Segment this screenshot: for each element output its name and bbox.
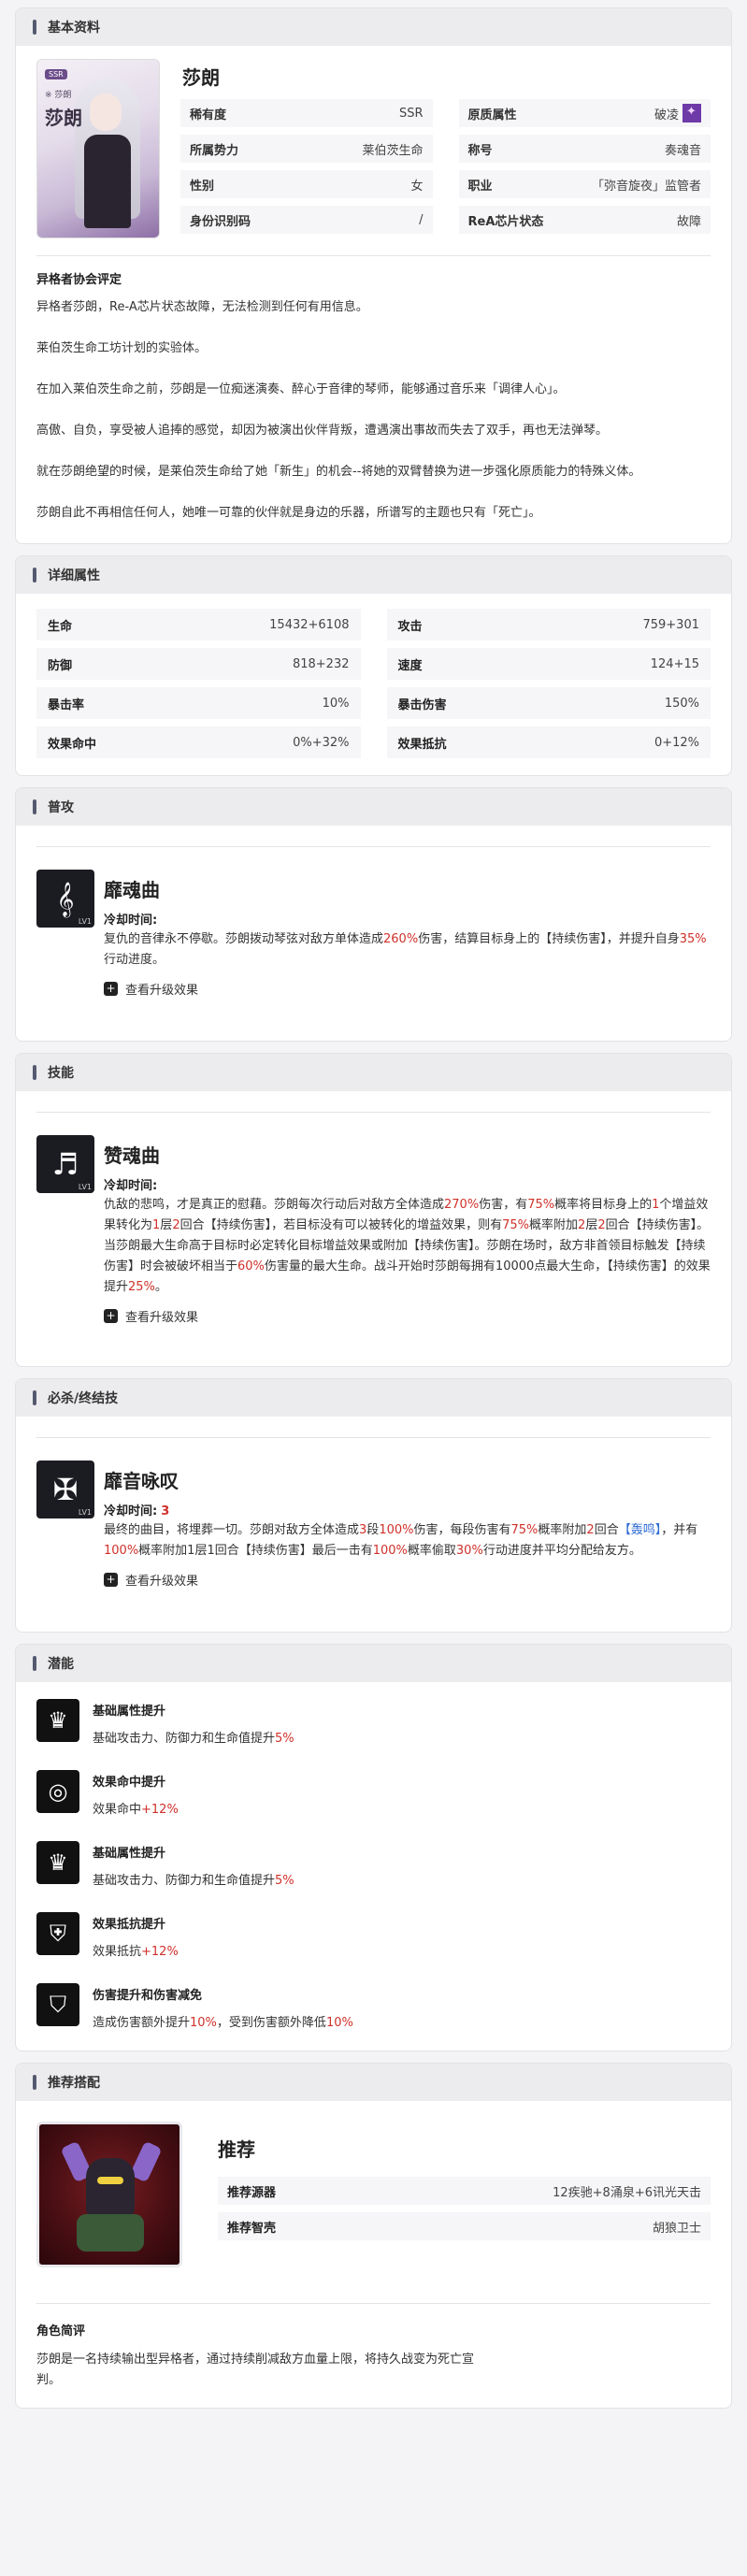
attr-row-hp: 生命 15432+6108 [36,609,361,640]
recommend-card: 推荐搭配 推荐 推荐源器 12疾驰+8涌泉+6讯光天击 推荐智壳 胡狼卫士 角色简评… [15,2063,732,2409]
info-row-faction: 所属势力 莱伯茨生命 [180,135,433,163]
portrait-rarity: SSR [45,69,67,79]
review-title: 角色简评 [36,2324,86,2339]
plus-icon: + [104,1309,118,1323]
potential-item: ⛨ 效果抵抗提升 效果抵抗+12% [36,1912,711,1959]
header-bar [33,799,36,814]
header-bar [33,20,36,35]
info-row-title: 称号 奏魂音 [458,135,711,163]
ultimate-card: 必杀/终结技 ✠ LV1 靡音咏叹 冷却时间: 3 最终的曲目，将埋葬一切。莎朗对敌… [15,1378,732,1633]
review-text: 莎朗是一名持续输出型异格者，通过持续削减敌方血量上限，将持久战变为死亡宣判。 [36,2353,475,2387]
normal-attack-title: 普攻 [48,800,74,815]
ultimate-cooldown: 冷却时间: 3 [104,1504,170,1518]
potential-title: 潜能 [48,1657,74,1672]
evaluation-title: 异格者协会评定 [36,273,122,287]
basic-info-grid: 稀有度SSR 原质属性破凌 所属势力莱伯茨生命 称号奏魂音 性别女 职业「弥音旋… [180,99,711,234]
character-review: 角色简评 莎朗是一名持续输出型异格者，通过持续削减敌方血量上限，将持久战变为死亡… [36,2303,711,2391]
hand-cross-icon: ✠ LV1 [36,1461,94,1518]
normal-attack-name: 靡魂曲 [104,879,160,901]
crown-icon: ♛ [36,1699,79,1742]
shield-icon: ⛉ [36,1983,79,2026]
info-row-rarity: 稀有度 SSR [180,99,433,127]
attr-row-atk: 攻击 759+301 [386,609,711,640]
crown-icon: ♛ [36,1841,79,1884]
page: 基本资料 SSR ※ 莎朗 莎朗 莎朗 稀有度SSR 原质属性破凌 所属 [0,0,747,2429]
ultimate-description: 最终的曲目，将埋葬一切。莎朗对敌方全体造成3段100%伤害，每段伤害有75%概率… [104,1523,698,1558]
ultimate-name: 靡音咏叹 [104,1470,179,1492]
attr-row-spd: 速度 124+15 [386,648,711,680]
skill-name: 赞魂曲 [104,1144,160,1167]
plus-icon: + [104,1573,118,1587]
music-note-icon: 𝄞 LV1 [36,870,94,928]
portrait-tag: ※ 莎朗 [45,91,72,100]
evaluation-paragraph: 异格者莎朗，Re-A芯片状态故障，无法检测到任何有用信息。 [36,300,368,314]
evaluation-paragraph: 莱伯茨生命工坊计划的实验体。 [36,341,208,355]
evaluation-text: 异格者莎朗，Re-A芯片状态故障，无法检测到任何有用信息。 莱伯茨生命工坊计划的… [36,298,711,523]
info-row-attribute: 原质属性 破凌 [458,99,711,127]
evaluation-paragraph: 在加入莱伯茨生命之前，莎朗是一位痴迷演奏、醉心于音律的琴师，能够通过音乐来「调律… [36,382,566,396]
header-bar [33,1656,36,1671]
target-icon: ◎ [36,1770,79,1813]
potential-item: ◎ 效果命中提升 效果命中+12% [36,1770,711,1817]
info-row-chip: ReA芯片状态 故障 [458,206,711,234]
header-bar [33,1390,36,1405]
header-bar [33,568,36,583]
basic-info-header: 基本资料 [16,8,731,46]
treble-clef-icon: ♬ LV1 [36,1135,94,1193]
skill-card: 技能 ♬ LV1 赞魂曲 冷却时间: 仇敌的悲鸣，才是真正的慰藉。莎朗每次行动后对… [15,1053,732,1367]
potential-item: ♛ 基础属性提升 基础攻击力、防御力和生命值提升5% [36,1699,711,1746]
info-row-job: 职业 「弥音旋夜」监管者 [458,170,711,198]
ultimate-title: 必杀/终结技 [48,1391,119,1406]
potential-item: ⛉ 伤害提升和伤害减免 造成伤害额外提升10%，受到伤害额外降低10% [36,1983,711,2030]
potential-item: ♛ 基础属性提升 基础攻击力、防御力和生命值提升5% [36,1841,711,1888]
portrait-name: 莎朗 [45,107,82,129]
skill-title: 技能 [48,1066,74,1081]
normal-attack-card: 普攻 𝄞 LV1 靡魂曲 冷却时间: 复仇的音律永不停歇。莎朗拨动琴弦对敌方单体造… [15,787,732,1042]
evaluation-paragraph: 就在莎朗绝望的时候，是莱伯茨生命给了她「新生」的机会--将她的双臂替换为进一步强… [36,465,641,479]
purple-attribute-icon [682,104,701,122]
normal-attack-description: 复仇的音律永不停歇。莎朗拨动琴弦对敌方单体造成260%伤害，结算目标身上的【持续… [104,932,707,967]
attribute-grid: 生命 15432+6108 攻击 759+301 防御 818+232 速度 124+1… [36,609,711,758]
character-name: 莎朗 [182,66,220,89]
evaluation-paragraph: 莎朗自此不再相信任何人，她唯一可靠的伙伴就是身边的乐器，所谱写的主题也只有「死亡… [36,506,541,520]
header-bar [33,1065,36,1080]
header-bar [33,2075,36,2090]
recommend-row-shell: 推荐智壳 胡狼卫士 [218,2212,711,2240]
info-row-gender: 性别女 [180,170,433,198]
recommend-row-artifact: 推荐源器 12疾驰+8涌泉+6讯光天击 [218,2177,711,2205]
attr-row-crit-rate: 暴击率 10% [36,687,361,719]
attr-row-effect-hit: 效果命中 0%+32% [36,727,361,758]
recommend-heading: 推荐 [218,2138,255,2161]
evaluation-paragraph: 高傲、自负，享受被人追捧的感觉，却因为被演出伙伴背叛，遭遇演出事故而失去了双手，… [36,424,609,438]
basic-info-title: 基本资料 [48,21,100,36]
attr-row-def: 防御 818+232 [36,648,361,680]
potential-card: 潜能 ♛ 基础属性提升 基础攻击力、防御力和生命值提升5% ◎ 效果命中提升 效果命… [15,1644,732,2051]
ultimate-upgrade-button[interactable]: + 查看升级效果 [104,1571,711,1589]
detail-attributes-card: 详细属性 生命 15432+6108 攻击 759+301 防御 818+232 速度… [15,555,732,776]
attr-row-crit-dmg: 暴击伤害 150% [386,687,711,719]
shield-break-icon: ⛨ [36,1912,79,1955]
character-portrait: SSR ※ 莎朗 莎朗 [36,59,160,238]
recommend-title: 推荐搭配 [48,2076,100,2091]
attr-row-effect-res: 效果抵抗 0+12% [386,727,711,758]
info-row-id: 身份识别码 / [180,206,433,234]
skill-upgrade-button[interactable]: + 查看升级效果 [104,1307,711,1325]
normal-attack-cooldown: 冷却时间: [104,914,158,928]
plus-icon: + [104,982,118,996]
basic-info-card: 基本资料 SSR ※ 莎朗 莎朗 莎朗 稀有度SSR 原质属性破凌 所属 [15,7,732,544]
detail-attributes-title: 详细属性 [48,568,100,583]
recommended-shell-image [36,2122,182,2267]
skill-cooldown: 冷却时间: [104,1179,158,1193]
normal-attack-upgrade-button[interactable]: + 查看升级效果 [104,980,711,998]
skill-description: 仇敌的悲鸣，才是真正的慰藉。莎朗每次行动后对敌方全体造成270%伤害，有75%概… [104,1198,711,1294]
